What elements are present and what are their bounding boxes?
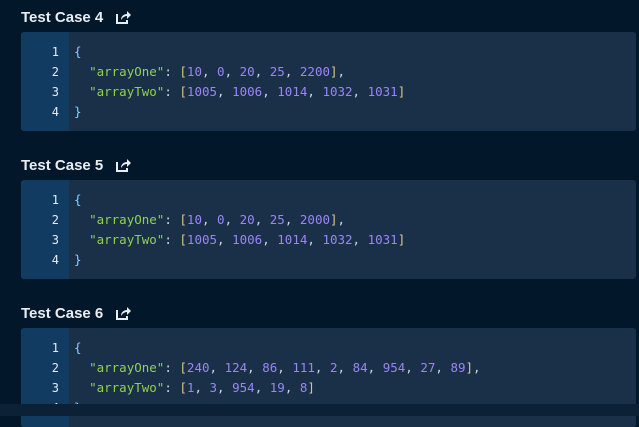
share-icon[interactable]	[115, 9, 132, 25]
array-value: 89	[450, 360, 466, 375]
line-number: 3	[51, 233, 59, 247]
test-case-title-text: Test Case 6	[21, 304, 104, 322]
code-content: { "arrayOne": [10, 0, 20, 25, 2000], "ar…	[69, 180, 405, 279]
array-value: 2200	[299, 64, 330, 79]
open-brace: {	[74, 340, 82, 355]
array-value: 20	[239, 64, 255, 79]
array-value: 25	[269, 64, 285, 79]
line-number: 3	[51, 85, 59, 99]
code-line: "arrayOne": [10, 0, 20, 25, 2200],	[89, 64, 346, 79]
json-key: "arrayOne"	[89, 360, 165, 375]
code-line: "arrayTwo": [1005, 1006, 1014, 1032, 103…	[89, 232, 406, 247]
array-value: 1005	[186, 232, 218, 247]
array-value: 0	[217, 64, 225, 79]
open-bracket: [	[179, 360, 187, 375]
code-content: { "arrayOne": [10, 0, 20, 25, 2200], "ar…	[69, 32, 405, 131]
array-value: 124	[224, 360, 248, 375]
line-number-gutter: 1 2 3 4	[21, 32, 69, 131]
open-bracket: [	[179, 64, 187, 79]
test-case-title: Test Case 5	[21, 154, 132, 176]
close-bracket: ]	[397, 232, 406, 247]
array-value: 1032	[322, 232, 353, 247]
array-value: 10	[186, 212, 202, 227]
open-bracket: [	[179, 232, 187, 247]
close-bracket: ]	[465, 360, 474, 375]
line-number: 4	[51, 253, 59, 267]
close-bracket: ]	[330, 212, 338, 227]
open-bracket: [	[179, 380, 187, 395]
array-value: 1014	[277, 232, 308, 247]
array-value: 1006	[232, 84, 263, 99]
test-case-title: Test Case 4	[21, 6, 132, 28]
code-line: {	[74, 42, 405, 62]
code-line: "arrayOne": [10, 0, 20, 25, 2000],	[89, 212, 346, 227]
line-number: 2	[51, 213, 59, 227]
json-key: "arrayTwo"	[89, 380, 165, 395]
line-number-gutter: 1 2 3 4	[21, 180, 69, 279]
share-icon[interactable]	[115, 305, 132, 321]
array-value: 954	[232, 380, 255, 395]
test-case-title-text: Test Case 5	[21, 156, 104, 174]
array-value: 84	[352, 360, 368, 375]
code-line: {	[74, 190, 405, 210]
array-value: 1031	[367, 232, 398, 247]
code-line: "arrayOne": [240, 124, 86, 111, 2, 84, 9…	[89, 360, 481, 375]
test-case-title: Test Case 6	[21, 302, 132, 324]
array-value: 2000	[299, 212, 330, 227]
code-line: {	[74, 338, 481, 358]
open-bracket: [	[179, 212, 187, 227]
test-case-title-text: Test Case 4	[21, 8, 104, 26]
array-value: 2	[329, 360, 338, 375]
code-block[interactable]: 1 2 3 4{ "arrayOne": [10, 0, 20, 25, 2000],…	[21, 180, 636, 279]
close-bracket: ]	[307, 380, 315, 395]
array-value: 240	[186, 360, 210, 375]
json-key: "arrayOne"	[89, 64, 165, 79]
array-value: 3	[209, 380, 218, 395]
array-value: 1031	[367, 84, 398, 99]
open-brace: {	[74, 192, 82, 207]
close-bracket: ]	[397, 84, 406, 99]
json-key: "arrayOne"	[89, 212, 165, 227]
line-number: 1	[51, 45, 59, 59]
open-brace: {	[74, 44, 82, 59]
code-line: }	[74, 250, 405, 270]
code-line: }	[74, 102, 405, 122]
share-icon[interactable]	[115, 157, 132, 173]
array-value: 1006	[232, 232, 263, 247]
json-key: "arrayTwo"	[89, 84, 165, 99]
open-bracket: [	[179, 84, 187, 99]
array-value: 25	[269, 212, 285, 227]
line-number: 2	[51, 361, 59, 375]
array-value: 10	[186, 64, 202, 79]
array-value: 1005	[186, 84, 218, 99]
close-bracket: ]	[330, 64, 338, 79]
code-line: "arrayTwo": [1005, 1006, 1014, 1032, 103…	[89, 84, 406, 99]
array-value: 20	[239, 212, 255, 227]
close-brace: }	[74, 104, 82, 119]
line-number: 3	[51, 381, 59, 395]
bottom-bar	[0, 404, 639, 416]
line-number: 2	[51, 65, 59, 79]
array-value: 1014	[277, 84, 308, 99]
array-value: 111	[292, 360, 315, 375]
array-value: 86	[262, 360, 278, 375]
line-number: 1	[51, 341, 59, 355]
array-value: 954	[382, 360, 406, 375]
array-value: 27	[420, 360, 436, 375]
array-value: 0	[217, 212, 225, 227]
array-value: 1	[186, 380, 195, 395]
array-value: 1032	[322, 84, 353, 99]
code-block[interactable]: 1 2 3 4{ "arrayOne": [10, 0, 20, 25, 2200],…	[21, 32, 636, 131]
array-value: 19	[269, 380, 285, 395]
json-key: "arrayTwo"	[89, 232, 165, 247]
line-number: 1	[51, 193, 59, 207]
code-line: "arrayTwo": [1, 3, 954, 19, 8]	[89, 380, 315, 395]
line-number: 4	[51, 105, 59, 119]
close-brace: }	[74, 252, 82, 267]
